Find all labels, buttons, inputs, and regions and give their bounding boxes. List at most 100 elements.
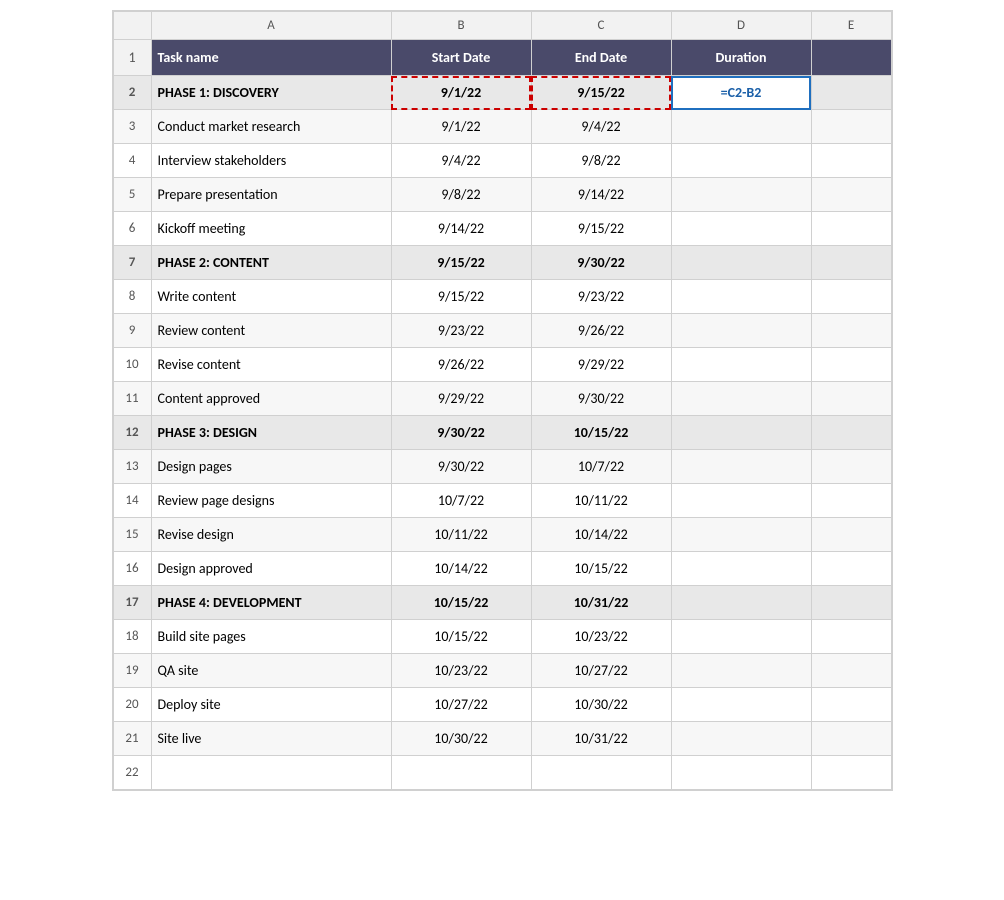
cell-c18[interactable]: 10/23/22 (531, 620, 671, 654)
cell-a10[interactable]: Revise content (151, 348, 391, 382)
cell-a5[interactable]: Prepare presentation (151, 178, 391, 212)
cell-c7[interactable]: 9/30/22 (531, 246, 671, 280)
cell-c2[interactable]: 9/15/22 (531, 76, 671, 110)
cell-c15[interactable]: 10/14/22 (531, 518, 671, 552)
table-row: 4Interview stakeholders9/4/229/8/22 (113, 144, 891, 178)
cell-b12[interactable]: 9/30/22 (391, 416, 531, 450)
cell-a6[interactable]: Kickoff meeting (151, 212, 391, 246)
cell-c8[interactable]: 9/23/22 (531, 280, 671, 314)
cell-d19[interactable] (671, 654, 811, 688)
cell-b8[interactable]: 9/15/22 (391, 280, 531, 314)
cell-b14[interactable]: 10/7/22 (391, 484, 531, 518)
cell-d7[interactable] (671, 246, 811, 280)
cell-d18[interactable] (671, 620, 811, 654)
cell-d17[interactable] (671, 586, 811, 620)
cell-c22[interactable] (531, 756, 671, 790)
col-header-a[interactable]: A (151, 12, 391, 40)
cell-c21[interactable]: 10/31/22 (531, 722, 671, 756)
cell-a2[interactable]: PHASE 1: DISCOVERY (151, 76, 391, 110)
cell-a15[interactable]: Revise design (151, 518, 391, 552)
cell-a11[interactable]: Content approved (151, 382, 391, 416)
cell-d3[interactable] (671, 110, 811, 144)
cell-d4[interactable] (671, 144, 811, 178)
cell-c5[interactable]: 9/14/22 (531, 178, 671, 212)
cell-d13[interactable] (671, 450, 811, 484)
cell-c20[interactable]: 10/30/22 (531, 688, 671, 722)
cell-b3[interactable]: 9/1/22 (391, 110, 531, 144)
cell-d6[interactable] (671, 212, 811, 246)
cell-d15[interactable] (671, 518, 811, 552)
cell-b10[interactable]: 9/26/22 (391, 348, 531, 382)
col-header-d[interactable]: D (671, 12, 811, 40)
col-header-b[interactable]: B (391, 12, 531, 40)
cell-c4[interactable]: 9/8/22 (531, 144, 671, 178)
cell-b5[interactable]: 9/8/22 (391, 178, 531, 212)
cell-d16[interactable] (671, 552, 811, 586)
cell-b18[interactable]: 10/15/22 (391, 620, 531, 654)
cell-a13[interactable]: Design pages (151, 450, 391, 484)
cell-d2[interactable]: =C2-B2 (671, 76, 811, 110)
cell-a20[interactable]: Deploy site (151, 688, 391, 722)
cell-b9[interactable]: 9/23/22 (391, 314, 531, 348)
cell-a7[interactable]: PHASE 2: CONTENT (151, 246, 391, 280)
cell-a17[interactable]: PHASE 4: DEVELOPMENT (151, 586, 391, 620)
cell-b6[interactable]: 9/14/22 (391, 212, 531, 246)
cell-d21[interactable] (671, 722, 811, 756)
row-num-1: 1 (113, 40, 151, 76)
cell-c6[interactable]: 9/15/22 (531, 212, 671, 246)
col-header-e[interactable]: E (811, 12, 891, 40)
cell-c14[interactable]: 10/11/22 (531, 484, 671, 518)
cell-a9[interactable]: Review content (151, 314, 391, 348)
cell-c9[interactable]: 9/26/22 (531, 314, 671, 348)
cell-e11 (811, 382, 891, 416)
cell-b4[interactable]: 9/4/22 (391, 144, 531, 178)
cell-b13[interactable]: 9/30/22 (391, 450, 531, 484)
cell-b17[interactable]: 10/15/22 (391, 586, 531, 620)
cell-c13[interactable]: 10/7/22 (531, 450, 671, 484)
cell-b7[interactable]: 9/15/22 (391, 246, 531, 280)
cell-a12[interactable]: PHASE 3: DESIGN (151, 416, 391, 450)
cell-a3[interactable]: Conduct market research (151, 110, 391, 144)
cell-d5[interactable] (671, 178, 811, 212)
cell-b19[interactable]: 10/23/22 (391, 654, 531, 688)
cell-b2[interactable]: 9/1/22 (391, 76, 531, 110)
col-header-c[interactable]: C (531, 12, 671, 40)
cell-d22[interactable] (671, 756, 811, 790)
cell-a21[interactable]: Site live (151, 722, 391, 756)
cell-e15 (811, 518, 891, 552)
cell-a22[interactable] (151, 756, 391, 790)
cell-c3[interactable]: 9/4/22 (531, 110, 671, 144)
cell-c11[interactable]: 9/30/22 (531, 382, 671, 416)
cell-c16[interactable]: 10/15/22 (531, 552, 671, 586)
cell-d14[interactable] (671, 484, 811, 518)
cell-b20[interactable]: 10/27/22 (391, 688, 531, 722)
row-num-10: 10 (113, 348, 151, 382)
row-num-7: 7 (113, 246, 151, 280)
cell-c12[interactable]: 10/15/22 (531, 416, 671, 450)
cell-a4[interactable]: Interview stakeholders (151, 144, 391, 178)
cell-d20[interactable] (671, 688, 811, 722)
cell-d9[interactable] (671, 314, 811, 348)
cell-c10[interactable]: 9/29/22 (531, 348, 671, 382)
cell-c1[interactable]: End Date (531, 40, 671, 76)
cell-d8[interactable] (671, 280, 811, 314)
cell-d11[interactable] (671, 382, 811, 416)
cell-c17[interactable]: 10/31/22 (531, 586, 671, 620)
cell-d10[interactable] (671, 348, 811, 382)
cell-c19[interactable]: 10/27/22 (531, 654, 671, 688)
cell-b21[interactable]: 10/30/22 (391, 722, 531, 756)
cell-d1[interactable]: Duration (671, 40, 811, 76)
cell-a19[interactable]: QA site (151, 654, 391, 688)
cell-a8[interactable]: Write content (151, 280, 391, 314)
cell-a14[interactable]: Review page designs (151, 484, 391, 518)
cell-d12[interactable] (671, 416, 811, 450)
cell-b15[interactable]: 10/11/22 (391, 518, 531, 552)
cell-b16[interactable]: 10/14/22 (391, 552, 531, 586)
cell-a18[interactable]: Build site pages (151, 620, 391, 654)
cell-b11[interactable]: 9/29/22 (391, 382, 531, 416)
cell-a1[interactable]: Task name (151, 40, 391, 76)
cell-b22[interactable] (391, 756, 531, 790)
cell-e16 (811, 552, 891, 586)
cell-a16[interactable]: Design approved (151, 552, 391, 586)
cell-b1[interactable]: Start Date (391, 40, 531, 76)
